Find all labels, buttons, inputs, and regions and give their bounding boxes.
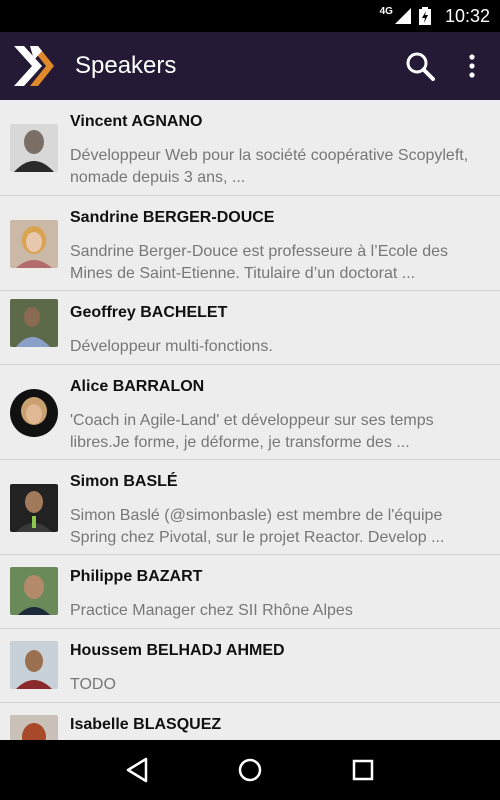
speaker-row[interactable]: Philippe BAZART Practice Manager chez SI…	[0, 555, 500, 629]
speaker-row[interactable]: Geoffrey BACHELET Développeur multi-fonc…	[0, 291, 500, 365]
network-type: 4G	[379, 5, 393, 17]
speaker-name: Houssem BELHADJ AHMED	[70, 642, 285, 659]
speaker-row[interactable]: Isabelle BLASQUEZ	[0, 703, 500, 740]
overflow-menu-button[interactable]	[448, 42, 496, 90]
speaker-row[interactable]: Sandrine BERGER-DOUCE Sandrine Berger-Do…	[0, 196, 500, 291]
speaker-name: Vincent AGNANO	[70, 113, 203, 130]
speaker-description: Practice Manager chez SII Rhône Alpes	[70, 602, 353, 619]
speaker-name: Alice BARRALON	[70, 378, 205, 395]
back-button[interactable]	[113, 746, 161, 794]
avatar	[10, 484, 58, 532]
app-bar: Speakers	[0, 32, 500, 100]
page-title: Speakers	[75, 52, 177, 79]
avatar	[10, 389, 58, 437]
speaker-row[interactable]: Alice BARRALON 'Coach in Agile-Land' et …	[0, 365, 500, 460]
speaker-description: TODO	[70, 676, 116, 693]
x-logo-icon	[14, 46, 54, 86]
speaker-description: 'Coach in Agile-Land' et développeur sur…	[70, 412, 434, 451]
avatar	[10, 220, 58, 268]
avatar	[10, 299, 58, 347]
home-button[interactable]	[226, 746, 274, 794]
avatar	[10, 715, 58, 740]
speaker-description: Développeur Web pour la société coopérat…	[70, 147, 469, 186]
battery-icon	[418, 7, 431, 25]
speaker-description: Simon Baslé (@simonbasle) est membre de …	[70, 507, 445, 546]
recents-square-icon	[353, 759, 374, 781]
speaker-row[interactable]: Simon BASLÉ Simon Baslé (@simonbasle) es…	[0, 460, 500, 555]
avatar	[10, 124, 58, 172]
search-icon	[406, 52, 435, 81]
avatar	[10, 641, 58, 689]
speaker-name: Sandrine BERGER-DOUCE	[70, 209, 275, 226]
speaker-name: Isabelle BLASQUEZ	[70, 716, 222, 733]
speaker-description: Sandrine Berger-Douce est professeure à …	[70, 243, 448, 282]
clock: 10:32	[444, 5, 490, 26]
avatar	[10, 567, 58, 615]
speaker-name: Simon BASLÉ	[70, 473, 178, 490]
status-bar: 4G 10:32	[0, 0, 500, 32]
speaker-list[interactable]: Vincent AGNANO Développeur Web pour la s…	[0, 100, 500, 740]
speaker-description: Développeur multi-fonctions.	[70, 338, 273, 355]
signal-icon	[394, 8, 411, 24]
more-vert-icon	[469, 54, 475, 78]
speaker-name: Geoffrey BACHELET	[70, 304, 228, 321]
back-triangle-icon	[126, 757, 147, 783]
home-circle-icon	[238, 758, 262, 782]
speaker-name: Philippe BAZART	[70, 568, 203, 585]
recents-button[interactable]	[339, 746, 387, 794]
navigation-bar	[0, 740, 500, 800]
speaker-row[interactable]: Houssem BELHADJ AHMED TODO	[0, 629, 500, 703]
speaker-row[interactable]: Vincent AGNANO Développeur Web pour la s…	[0, 100, 500, 196]
search-button[interactable]	[396, 42, 444, 90]
